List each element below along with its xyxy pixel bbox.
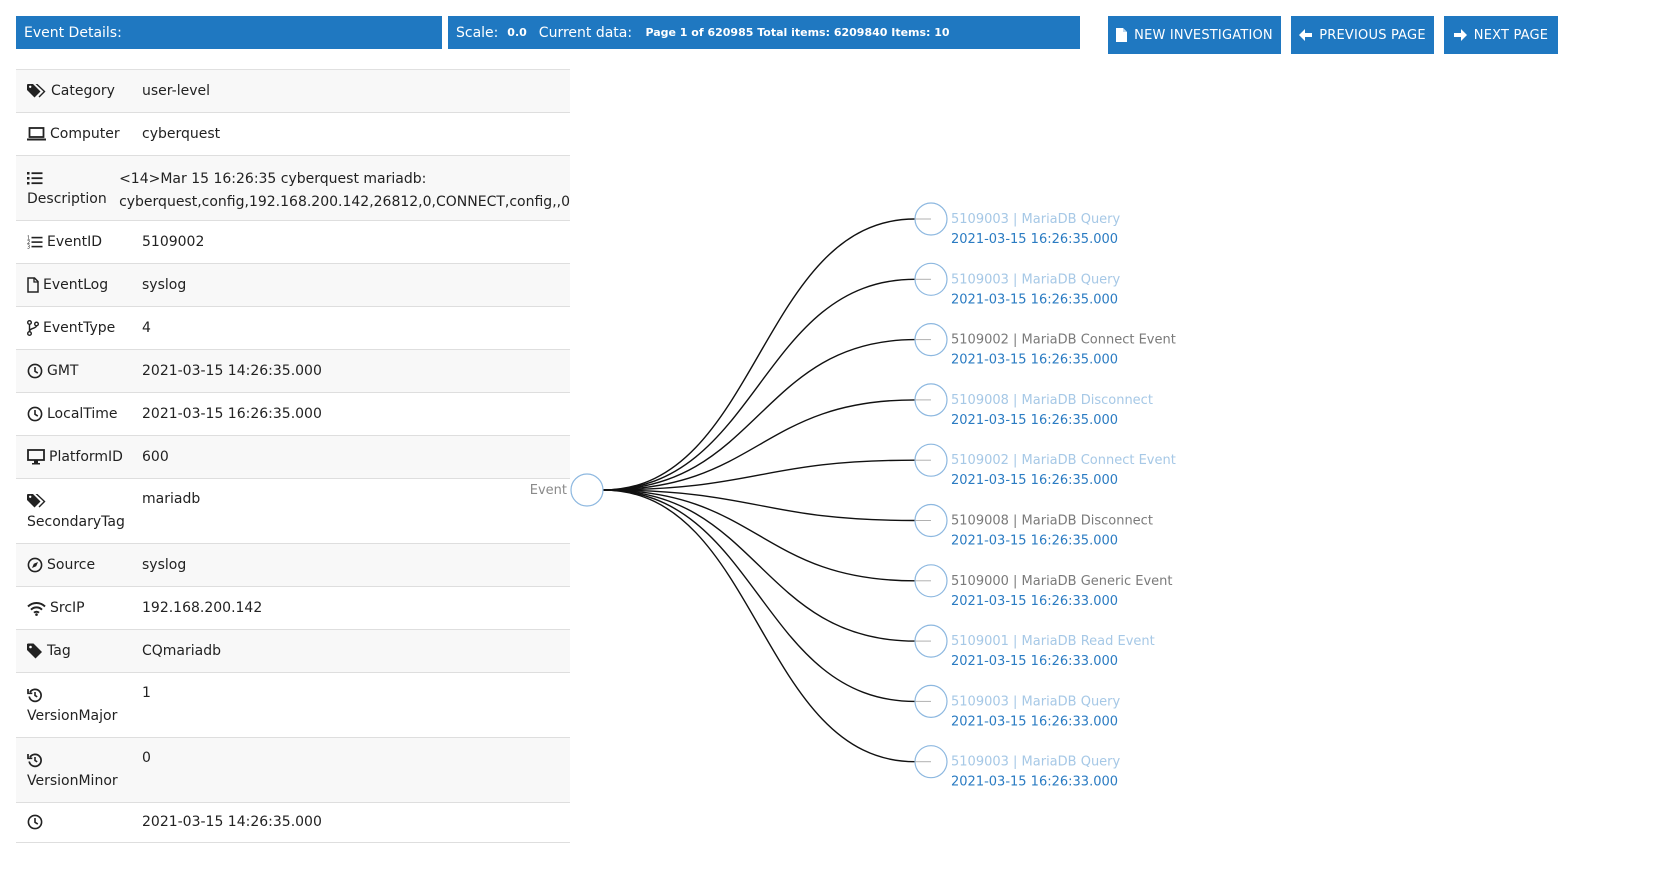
event-node-title[interactable]: 5109008 | MariaDB Disconnect: [951, 514, 1153, 529]
root-event-node[interactable]: [570, 473, 604, 507]
event-node-time: 2021-03-15 16:26:33.000: [951, 775, 1118, 790]
event-node-title[interactable]: 5109003 | MariaDB Query: [951, 755, 1121, 770]
event-node-time: 2021-03-15 16:26:35.000: [951, 353, 1118, 368]
graph-edge: [602, 489, 916, 522]
graph-edge: [602, 489, 916, 642]
graph-edge: [602, 338, 916, 491]
graph-edge: [602, 489, 916, 582]
event-node-title[interactable]: 5109001 | MariaDB Read Event: [951, 634, 1155, 649]
event-node-title[interactable]: 5109000 | MariaDB Generic Event: [951, 574, 1173, 589]
event-node-time: 2021-03-15 16:26:35.000: [951, 534, 1118, 549]
event-node-title[interactable]: 5109002 | MariaDB Connect Event: [951, 453, 1176, 468]
graph-edge: [602, 459, 916, 491]
event-node-time: 2021-03-15 16:26:35.000: [951, 292, 1118, 307]
event-node-time: 2021-03-15 16:26:33.000: [951, 654, 1118, 669]
graph-edge: [602, 489, 916, 703]
event-node-time: 2021-03-15 16:26:35.000: [951, 413, 1118, 428]
event-node-time: 2021-03-15 16:26:35.000: [951, 473, 1118, 488]
event-graph: Event 5109003 | MariaDB Query 2021-03-15 1…: [530, 202, 1176, 790]
event-node-title[interactable]: 5109003 | MariaDB Query: [951, 694, 1121, 709]
event-node-title[interactable]: 5109008 | MariaDB Disconnect: [951, 393, 1153, 408]
graph-edge: [602, 399, 916, 491]
graph-edge: [602, 218, 916, 491]
event-node-time: 2021-03-15 16:26:35.000: [951, 232, 1118, 247]
event-node-time: 2021-03-15 16:26:33.000: [951, 714, 1118, 729]
graph-edge: [602, 489, 916, 763]
event-node-title[interactable]: 5109002 | MariaDB Connect Event: [951, 333, 1176, 348]
event-node-title[interactable]: 5109003 | MariaDB Query: [951, 212, 1121, 227]
event-node-title[interactable]: 5109003 | MariaDB Query: [951, 272, 1121, 287]
root-event-label: Event: [530, 483, 567, 498]
event-node-time: 2021-03-15 16:26:33.000: [951, 594, 1118, 609]
graph-edge: [602, 278, 916, 491]
